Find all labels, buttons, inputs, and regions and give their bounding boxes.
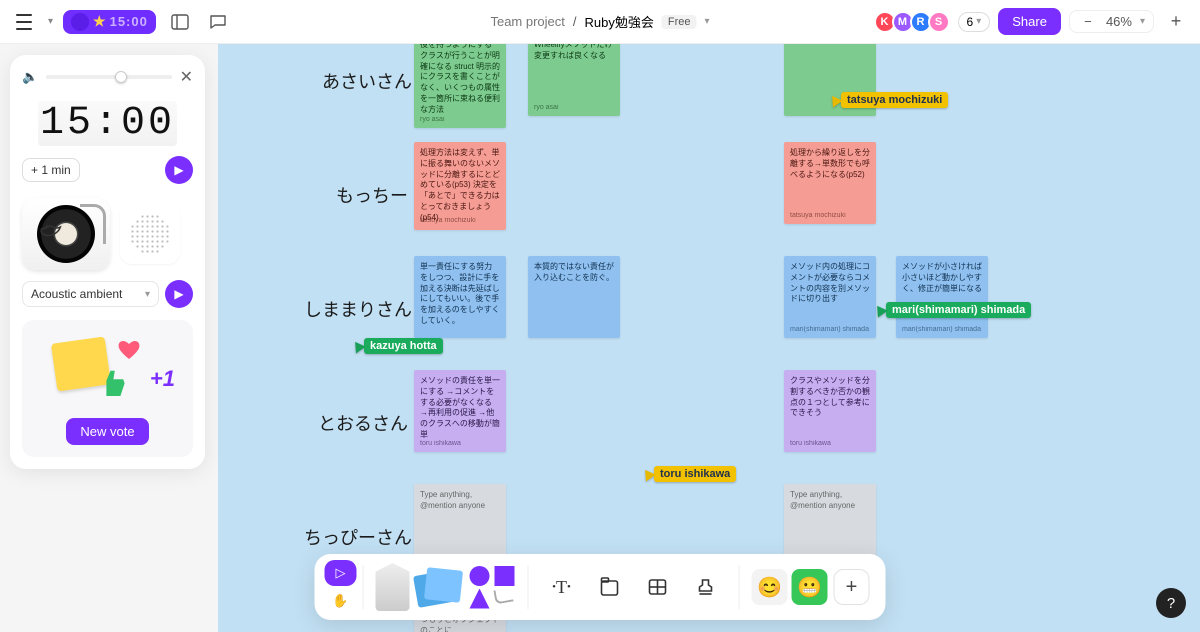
file-name[interactable]: Ruby勉強会 [585,12,654,31]
volume-thumb[interactable] [115,71,127,83]
zoom-out-button[interactable]: − [1078,14,1098,29]
breadcrumb-sep: / [573,14,577,29]
timer-badge-time: 15:00 [110,14,148,29]
sticky-note-icon [51,336,111,391]
zoom-control: − 46% ▾ [1069,10,1154,33]
timer-badge[interactable]: ★ 15:00 [63,10,156,34]
select-tool[interactable]: ▷ [325,560,357,586]
hand-tool[interactable]: ✋ [325,588,357,614]
add-minute-button[interactable]: + 1 min [22,158,80,182]
help-button[interactable]: ? [1156,588,1186,618]
sticky-note[interactable]: メソッドが小さければ小さいほど動かしやすく、修正が簡単になる mari(shim… [896,256,988,338]
shape-tool[interactable] [470,566,516,609]
pencil-tool[interactable] [376,563,410,611]
row-label: もっちー [336,182,408,208]
track-play-button[interactable]: ▶ [165,280,193,308]
row-label: しままりさん [304,296,412,322]
sticky-note[interactable]: 単一責任にする努力をしつつ、設計に手を加える決断は先延ばしにしてもいい。後で手を… [414,256,506,338]
main-menu-button[interactable] [10,8,38,36]
star-icon: ★ [93,13,106,30]
presence-count[interactable]: 6 ▾ [958,12,991,32]
new-vote-button[interactable]: New vote [66,418,148,445]
track-select[interactable]: Acoustic ambient ▾ [22,281,159,307]
sticky-note[interactable]: 処理から繰り返しを分離する→単数形でも呼べるようになる(p52) tatsuya… [784,142,876,224]
comment-icon[interactable] [204,8,232,36]
close-icon[interactable]: ✕ [180,67,193,87]
layout-icon[interactable] [166,8,194,36]
plus-one-icon: +1 [150,366,175,392]
sticky-note[interactable]: メソッド内の処理にコメントが必要ならコメントの内容を別メソッドに切り出す mar… [784,256,876,338]
speaker-icon[interactable] [120,204,180,264]
heart-icon [117,338,143,364]
breadcrumb: Team project / Ruby勉強会 Free ▾ [490,12,709,31]
add-tool-button[interactable]: + [834,569,870,605]
zoom-value[interactable]: 46% [1106,14,1132,29]
sticky-note[interactable]: クラスやメソッドを分割するべきか否かの観点の１つとして参考にできそう toru … [784,370,876,452]
sticky-tool[interactable] [416,567,464,607]
avatar[interactable]: S [928,11,950,33]
bottom-toolbar: ▷ ✋ •T• 😊 😬 + [315,554,886,620]
topbar-right: K M R S 6 ▾ Share − 46% ▾ + [878,8,1190,36]
remote-cursor: tatsuya mochizuki [829,92,948,108]
project-name[interactable]: Team project [490,14,564,29]
top-bar: ▾ ★ 15:00 Team project / Ruby勉強会 Free ▾ … [0,0,1200,44]
topbar-left: ▾ ★ 15:00 [10,8,232,36]
volume-slider[interactable] [46,75,171,79]
canvas[interactable]: あさいさん もっちー しままりさん とおるさん ちっぴーさん 役を持つようにする… [218,34,1200,632]
sticker-preview: +1 [34,332,181,412]
sticky-note[interactable]: 本質的ではない責任が入り込むことを防ぐ。 [528,256,620,338]
bird-icon [36,212,66,242]
row-label: とおるさん [318,410,408,436]
share-button[interactable]: Share [998,8,1061,35]
plan-badge[interactable]: Free [662,15,697,29]
music-player [22,198,193,270]
section-tool[interactable] [589,566,631,608]
file-chevron-icon[interactable]: ▾ [705,16,710,27]
table-tool[interactable] [637,566,679,608]
presence-avatars[interactable]: K M R S [878,11,950,33]
sticky-note[interactable]: メソッドの責任を単一にする →コメントをする必要がなくなる →再利用の促進 →他… [414,370,506,452]
zoom-in-button[interactable]: + [1162,8,1190,36]
sticky-note[interactable]: 役を持つようにするクラスが行うことが明確になる struct 明示的にクラスを書… [414,34,506,128]
stamp-tool[interactable] [685,566,727,608]
remote-cursor: toru ishikawa [642,466,736,482]
chevron-down-icon[interactable]: ▾ [1140,16,1145,27]
mode-switch: ▷ ✋ [325,560,357,614]
row-label: あさいさん [322,68,412,94]
sticker-packs[interactable]: 😊 😬 [752,569,828,605]
timer-panel: 🔈 ✕ 15:00 + 1 min ▶ Acoustic ambient ▾ ▶… [10,55,205,469]
volume-icon[interactable]: 🔈 [22,69,38,85]
chevron-down-icon: ▾ [145,289,150,300]
timer-display: 15:00 [22,101,193,146]
remote-cursor: mari(shimamari) shimada [874,302,1031,318]
chevron-down-icon[interactable]: ▾ [48,16,53,27]
timer-logo-icon [71,13,89,31]
sticky-note[interactable]: Wheelifyメソッドだけ変更すれば良くなる ryo asai [528,34,620,116]
play-button[interactable]: ▶ [165,156,193,184]
sticker-pack-2[interactable]: 😬 [792,569,828,605]
remote-cursor: kazuya hotta [352,338,443,354]
row-label: ちっぴーさん [304,524,412,550]
record-player[interactable] [22,198,110,270]
sticky-note[interactable]: 処理方法は変えず、単に振る舞いのないメソッドに分離するにとどめている(p53) … [414,142,506,230]
tonearm-icon [80,204,106,244]
sticker-pack-1[interactable]: 😊 [752,569,788,605]
text-tool[interactable]: •T• [541,566,583,608]
vote-widget: +1 New vote [22,320,193,457]
chevron-down-icon: ▾ [976,16,981,27]
